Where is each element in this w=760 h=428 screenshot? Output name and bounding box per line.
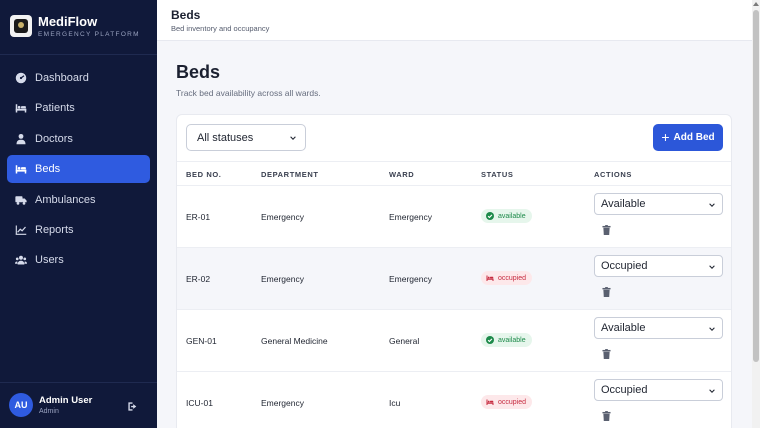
chevron-down-icon	[290, 135, 296, 141]
status-action-select[interactable]: Occupied	[594, 379, 723, 401]
header-subtitle: Bed inventory and occupancy	[171, 24, 270, 33]
chevron-down-icon	[709, 388, 715, 394]
bed-icon	[486, 398, 494, 406]
sidebar-item-ambulances[interactable]: Ambulances	[7, 186, 150, 214]
brand: MediFlow EMERGENCY PLATFORM	[10, 14, 140, 38]
status-badge: occupied	[481, 395, 533, 409]
status-text: occupied	[498, 398, 527, 406]
user-name: Admin User	[39, 395, 93, 406]
sidebar-item-label: Users	[35, 254, 64, 267]
users-icon	[14, 253, 28, 267]
bed-number: GEN-01	[186, 336, 217, 346]
logout-icon[interactable]	[127, 399, 139, 411]
sidebar-nav: Dashboard Patients Doctors Beds Ambulanc…	[7, 64, 150, 277]
sidebar-item-label: Beds	[35, 163, 61, 176]
user-profile: AU Admin User Admin	[9, 393, 149, 417]
bed-icon	[14, 101, 28, 115]
sidebar-item-label: Reports	[35, 223, 74, 236]
plus-icon: +	[661, 128, 670, 145]
trash-icon[interactable]	[602, 408, 612, 421]
department: Emergency	[261, 274, 304, 284]
table-row: GEN-01 General Medicine General availabl…	[177, 310, 731, 372]
bed-icon	[14, 162, 28, 176]
bed-icon	[486, 274, 494, 282]
add-bed-button[interactable]: + Add Bed	[653, 124, 723, 151]
scrollbar-thumb[interactable]	[753, 10, 759, 362]
column-header-status: STATUS	[481, 170, 514, 179]
scroll-up-arrow-icon[interactable]	[753, 2, 759, 6]
table-row: ICU-01 Emergency Icu occupied Occupied	[177, 372, 731, 428]
chevron-down-icon	[709, 326, 715, 332]
status-action-value: Available	[601, 322, 646, 334]
status-action-select[interactable]: Available	[594, 193, 723, 215]
sidebar-item-label: Doctors	[35, 132, 73, 145]
chevron-down-icon	[709, 202, 715, 208]
check-circle-icon	[486, 212, 494, 220]
status-badge: available	[481, 209, 532, 223]
trash-icon[interactable]	[602, 346, 612, 359]
doctor-icon	[14, 132, 28, 146]
sidebar-item-label: Ambulances	[35, 193, 96, 206]
sidebar-item-label: Dashboard	[35, 72, 89, 84]
status-filter-select[interactable]: All statuses	[186, 124, 306, 151]
status-badge: available	[481, 333, 532, 347]
beds-card: All statuses + Add Bed BED NO. DEPARTMEN…	[176, 114, 732, 428]
sidebar-item-doctors[interactable]: Doctors	[7, 125, 150, 153]
brand-name: MediFlow	[38, 14, 98, 29]
logo	[10, 15, 32, 37]
sidebar-item-label: Patients	[35, 102, 75, 115]
column-header-ward: WARD	[389, 170, 415, 179]
trash-icon[interactable]	[602, 222, 612, 235]
status-text: available	[498, 336, 526, 344]
status-action-value: Occupied	[601, 260, 648, 272]
status-action-select[interactable]: Available	[594, 317, 723, 339]
department: Emergency	[261, 212, 304, 222]
department: General Medicine	[261, 336, 328, 346]
status-action-value: Occupied	[601, 384, 648, 396]
add-bed-label: Add Bed	[673, 132, 715, 143]
column-header-department: DEPARTMENT	[261, 170, 319, 179]
sidebar-item-dashboard[interactable]: Dashboard	[7, 64, 150, 92]
brand-subtitle: EMERGENCY PLATFORM	[38, 31, 140, 38]
status-filter-value: All statuses	[197, 131, 254, 144]
status-text: available	[498, 212, 526, 220]
sidebar-item-reports[interactable]: Reports	[7, 216, 150, 244]
status-badge: occupied	[481, 271, 533, 285]
top-header: Beds Bed inventory and occupancy	[157, 0, 752, 41]
page-subtitle: Track bed availability across all wards.	[176, 88, 321, 98]
header-title: Beds	[171, 8, 201, 22]
chevron-down-icon	[709, 264, 715, 270]
ambulance-icon	[14, 193, 28, 207]
bed-number: ICU-01	[186, 398, 213, 408]
bed-number: ER-02	[186, 274, 211, 284]
ward: Icu	[389, 398, 401, 408]
trash-icon[interactable]	[602, 284, 612, 297]
user-role: Admin	[39, 408, 59, 415]
status-text: occupied	[498, 274, 527, 282]
ward: Emergency	[389, 274, 432, 284]
sidebar-item-beds[interactable]: Beds	[7, 155, 150, 184]
status-action-select[interactable]: Occupied	[594, 255, 723, 277]
table-header: BED NO. DEPARTMENT WARD STATUS ACTIONS	[177, 161, 731, 186]
check-circle-icon	[486, 336, 494, 344]
sidebar-item-patients[interactable]: Patients	[7, 94, 150, 122]
bed-number: ER-01	[186, 212, 211, 222]
divider	[0, 382, 157, 383]
table-row: ER-02 Emergency Emergency occupied Occup…	[177, 248, 731, 310]
chart-icon	[14, 223, 28, 237]
column-header-bed: BED NO.	[186, 170, 222, 179]
column-header-actions: ACTIONS	[594, 170, 632, 179]
sidebar-item-users[interactable]: Users	[7, 246, 150, 274]
ward: Emergency	[389, 212, 432, 222]
dashboard-icon	[14, 71, 28, 85]
page-title: Beds	[176, 62, 221, 82]
divider	[0, 54, 157, 55]
avatar[interactable]: AU	[9, 393, 33, 417]
page-scrollbar[interactable]	[752, 0, 760, 428]
ward: General	[389, 336, 420, 346]
department: Emergency	[261, 398, 304, 408]
table-row: ER-01 Emergency Emergency available Avai…	[177, 186, 731, 248]
sidebar: MediFlow EMERGENCY PLATFORM Dashboard Pa…	[0, 0, 157, 428]
status-action-value: Available	[601, 198, 646, 210]
